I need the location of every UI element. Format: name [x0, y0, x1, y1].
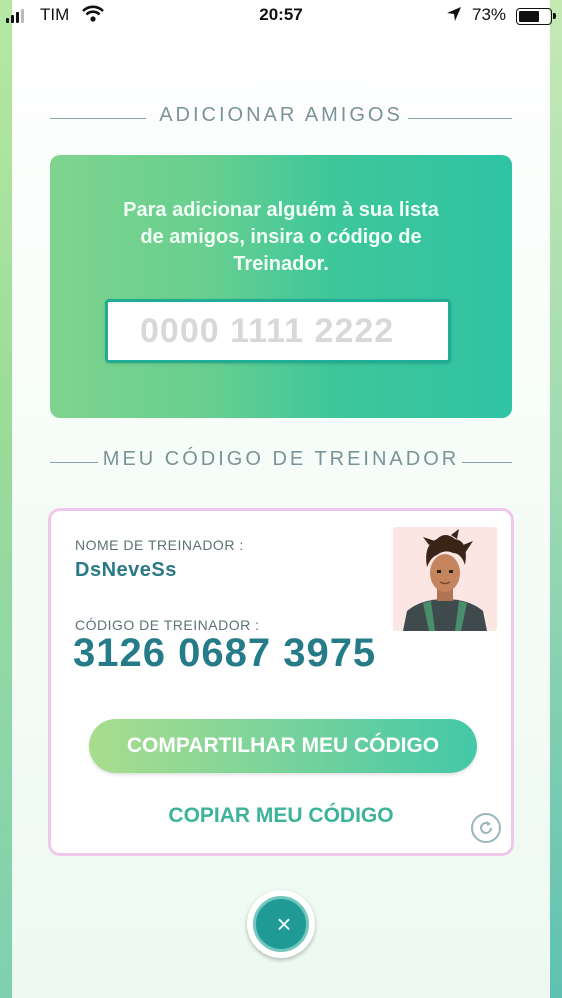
refresh-icon[interactable] — [471, 813, 501, 843]
trainer-name: DsNeveSs — [75, 559, 177, 581]
add-friend-instructions: Para adicionar alguém à sua lista de ami… — [123, 199, 439, 275]
add-friends-title: ADICIONAR AMIGOS — [159, 104, 403, 126]
close-button[interactable]: × — [247, 890, 315, 958]
trainer-code-input[interactable] — [105, 299, 451, 363]
trainer-avatar — [393, 527, 497, 631]
status-bar: TIM 20:57 73% — [0, 0, 562, 30]
battery-icon — [516, 8, 556, 25]
right-edge-decoration — [550, 0, 562, 998]
trainer-name-label: NOME DE TREINADOR : — [75, 537, 244, 553]
trainer-code-card: NOME DE TREINADOR : DsNeveSs CÓDIGO DE T… — [48, 508, 514, 856]
copy-code-button[interactable]: COPIAR MEU CÓDIGO — [51, 804, 511, 828]
close-button-ring: × — [253, 896, 309, 952]
add-friend-card: Para adicionar alguém à sua lista de ami… — [50, 155, 512, 418]
my-code-title: MEU CÓDIGO DE TREINADOR — [102, 448, 460, 470]
battery-percent: 73% — [472, 5, 507, 24]
add-friends-header: ADICIONAR AMIGOS — [50, 104, 512, 134]
close-icon: × — [276, 909, 292, 939]
trainer-code: 3126 0687 3975 — [73, 631, 377, 675]
share-code-button[interactable]: COMPARTILHAR MEU CÓDIGO — [89, 719, 477, 773]
my-code-header: MEU CÓDIGO DE TREINADOR — [50, 448, 512, 478]
location-arrow-icon — [446, 6, 462, 27]
left-edge-decoration — [0, 0, 12, 998]
